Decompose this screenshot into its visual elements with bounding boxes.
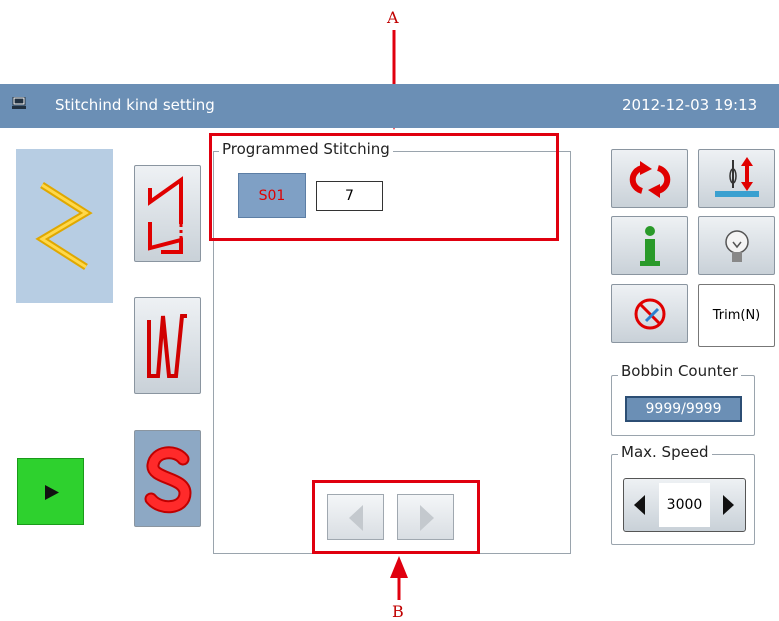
window-title: Stitchind kind setting — [55, 96, 215, 114]
bobbin-counter-title: Bobbin Counter — [618, 362, 741, 380]
max-speed-title: Max. Speed — [618, 443, 712, 461]
programmed-stitch-icon — [148, 176, 183, 254]
arrow-right-icon — [723, 495, 734, 515]
play-icon — [45, 485, 59, 500]
refresh-icon — [629, 161, 671, 198]
stitch-type-button-2[interactable] — [134, 297, 201, 394]
speed-decrease-button[interactable] — [624, 479, 659, 531]
arrow-left-icon — [634, 495, 645, 515]
annotation-arrow-b — [390, 556, 408, 600]
stitch-type-button-1[interactable] — [134, 165, 201, 262]
no-trim-icon — [634, 298, 666, 330]
trim-button[interactable]: Trim(N) — [698, 284, 775, 347]
speed-control: 3000 — [623, 478, 746, 532]
datetime: 2012-12-03 19:13 — [622, 96, 758, 114]
s-stitch-icon — [144, 446, 192, 514]
zigzag-pattern-icon — [35, 182, 93, 270]
title-bar: Stitchind kind setting 2012-12-03 19:13 — [0, 84, 779, 128]
speed-increase-button[interactable] — [710, 479, 745, 531]
annotation-label-a: A — [387, 8, 399, 27]
current-pattern-zigzag[interactable] — [16, 149, 113, 303]
annotation-box-a — [209, 133, 559, 241]
w-stitch-icon — [147, 314, 187, 378]
bobbin-counter-value[interactable]: 9999/9999 — [625, 396, 742, 422]
stitch-type-button-3[interactable] — [134, 430, 201, 527]
info-button[interactable] — [611, 216, 688, 275]
speed-value[interactable]: 3000 — [659, 483, 710, 527]
needle-position-button[interactable] — [698, 149, 775, 208]
info-icon — [640, 226, 660, 266]
light-button[interactable] — [698, 216, 775, 275]
annotation-label-b: B — [392, 602, 404, 621]
needle-up-down-icon — [715, 157, 759, 197]
thread-trim-disable-button[interactable] — [611, 284, 688, 343]
annotation-box-b — [312, 480, 480, 554]
lightbulb-icon — [725, 230, 749, 262]
run-button[interactable] — [17, 458, 84, 525]
reset-button[interactable] — [611, 149, 688, 208]
monitor-icon — [12, 97, 26, 109]
